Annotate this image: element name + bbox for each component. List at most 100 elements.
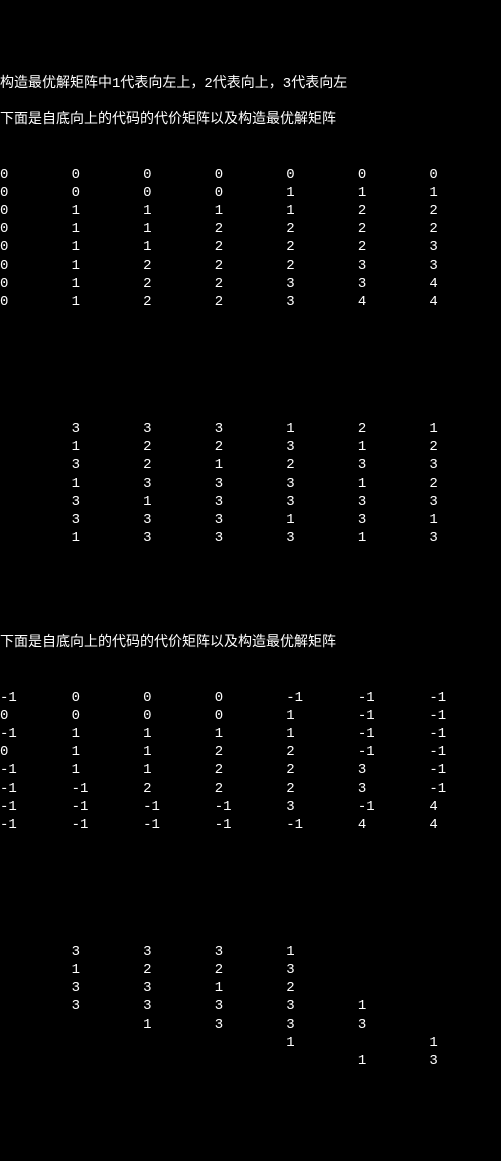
matrix-cell: -1 — [0, 780, 72, 798]
matrix-cell: -1 — [72, 798, 144, 816]
matrix-cell — [143, 1052, 215, 1070]
matrix-cell: 3 — [143, 475, 215, 493]
matrix-cell: 3 — [215, 1016, 287, 1034]
matrix-cell: -1 — [215, 798, 287, 816]
matrix-cell: -1 — [358, 707, 430, 725]
matrix-cell: 3 — [143, 420, 215, 438]
matrix-cell: -1 — [429, 743, 501, 761]
matrix-cell: 2 — [215, 293, 287, 311]
matrix-cell: 3 — [358, 456, 430, 474]
matrix-cell: 3 — [429, 529, 501, 547]
matrix-cell — [429, 961, 501, 979]
matrix-cell: 3 — [143, 529, 215, 547]
matrix-cell-pad — [0, 979, 72, 997]
matrix-cell: 2 — [358, 202, 430, 220]
matrix-cell: 0 — [72, 184, 144, 202]
matrix-cell: -1 — [286, 816, 358, 834]
matrix-cell: 2 — [143, 257, 215, 275]
matrix-cell-pad — [0, 1016, 72, 1034]
matrix-cell: 1 — [143, 743, 215, 761]
matrix-cell: 4 — [358, 293, 430, 311]
matrix-cell — [215, 1052, 287, 1070]
matrix-cell: 2 — [286, 780, 358, 798]
matrix-cell: 1 — [72, 475, 144, 493]
matrix-cell: 1 — [286, 420, 358, 438]
matrix-cell: 3 — [429, 238, 501, 256]
matrix-cell — [72, 1016, 144, 1034]
matrix-cell: 3 — [286, 293, 358, 311]
matrix-cell: 0 — [0, 202, 72, 220]
matrix-cell — [358, 961, 430, 979]
matrix-cell: 3 — [215, 997, 287, 1015]
matrix-cell-pad — [0, 529, 72, 547]
matrix-cell: 1 — [358, 184, 430, 202]
matrix-cell: 1 — [286, 202, 358, 220]
matrix-cell: 3 — [143, 943, 215, 961]
matrix-cell: 2 — [358, 420, 430, 438]
matrix-cell: 3 — [286, 275, 358, 293]
matrix-cell: 1 — [72, 743, 144, 761]
matrix-cell: 4 — [429, 293, 501, 311]
matrix-cell: 0 — [143, 184, 215, 202]
matrix-cell: -1 — [358, 798, 430, 816]
matrix-cell-pad — [0, 1034, 72, 1052]
matrix-cell: -1 — [358, 725, 430, 743]
matrix-cell: 1 — [429, 420, 501, 438]
matrix-cell: 3 — [72, 979, 144, 997]
matrix-cell: -1 — [429, 707, 501, 725]
matrix-cell: -1 — [0, 689, 72, 707]
matrix-cell: 3 — [429, 456, 501, 474]
matrix-cell: 2 — [143, 293, 215, 311]
matrix-cell: 1 — [429, 1034, 501, 1052]
matrix-cell: 3 — [286, 961, 358, 979]
matrix-cell: 1 — [72, 725, 144, 743]
matrix-cell — [358, 1034, 430, 1052]
matrix-cell: 3 — [358, 1016, 430, 1034]
matrix-cell: 1 — [72, 220, 144, 238]
matrix-cell — [429, 997, 501, 1015]
cost-matrix-1: 0000000000011101111220112222011222301222… — [0, 166, 501, 312]
matrix-cell — [429, 943, 501, 961]
spacer-1 — [0, 348, 501, 384]
matrix-cell: 1 — [72, 438, 144, 456]
matrix-cell: 2 — [429, 475, 501, 493]
matrix-cell: 0 — [0, 238, 72, 256]
matrix-cell: 1 — [358, 475, 430, 493]
matrix-cell: -1 — [358, 743, 430, 761]
matrix-cell: 3 — [358, 780, 430, 798]
solution-matrix-2: 3331122333123333113331113 — [0, 943, 501, 1070]
matrix-cell: -1 — [286, 689, 358, 707]
matrix-cell: 2 — [429, 202, 501, 220]
matrix-cell — [358, 943, 430, 961]
matrix-cell: 2 — [429, 220, 501, 238]
matrix-cell: 3 — [143, 979, 215, 997]
matrix-cell: 3 — [286, 798, 358, 816]
matrix-cell: 1 — [72, 275, 144, 293]
matrix-cell: 0 — [215, 166, 287, 184]
matrix-cell: -1 — [0, 798, 72, 816]
matrix-cell: 1 — [143, 220, 215, 238]
matrix-cell: 3 — [286, 529, 358, 547]
matrix-cell: 3 — [215, 529, 287, 547]
matrix-cell: 2 — [143, 961, 215, 979]
matrix-cell: 1 — [215, 725, 287, 743]
matrix-cell: -1 — [358, 689, 430, 707]
matrix-cell: 1 — [143, 238, 215, 256]
matrix-cell: 1 — [286, 943, 358, 961]
matrix-cell-pad — [0, 1052, 72, 1070]
matrix-cell: 3 — [215, 511, 287, 529]
matrix-cell: -1 — [429, 780, 501, 798]
matrix-cell: 0 — [72, 689, 144, 707]
matrix-cell: -1 — [429, 689, 501, 707]
matrix-cell: 3 — [429, 493, 501, 511]
cost-matrix-2: -1000-1-1-100001-1-1-11111-1-101122-1-1-… — [0, 689, 501, 835]
matrix-cell: 2 — [358, 220, 430, 238]
matrix-cell: 0 — [0, 293, 72, 311]
matrix-cell: 3 — [429, 1052, 501, 1070]
matrix-cell — [286, 1052, 358, 1070]
matrix-cell: 4 — [429, 816, 501, 834]
matrix-cell-pad — [0, 438, 72, 456]
matrix-cell: -1 — [215, 816, 287, 834]
matrix-cell: 2 — [286, 220, 358, 238]
matrix-cell: 3 — [143, 997, 215, 1015]
